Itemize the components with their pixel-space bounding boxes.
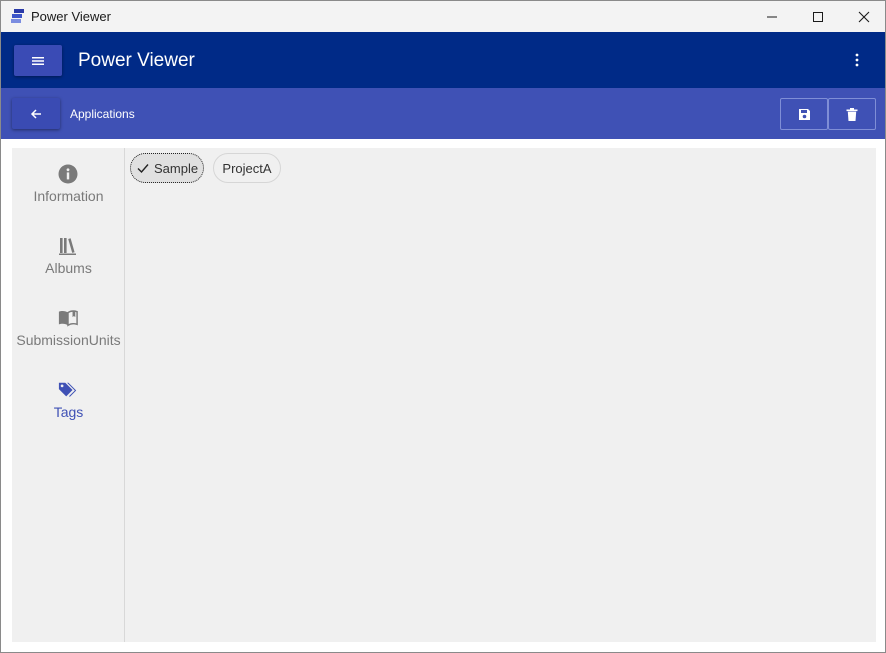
maximize-button[interactable] bbox=[795, 1, 841, 32]
nav-label-tags: Tags bbox=[53, 404, 84, 420]
content-area: Information Albums SubmissionUnits Tags … bbox=[12, 148, 876, 642]
back-button[interactable] bbox=[12, 98, 60, 129]
nav-item-tags[interactable]: Tags bbox=[12, 380, 125, 440]
tag-chip-label: ProjectA bbox=[222, 160, 272, 176]
tags-icon bbox=[58, 380, 78, 400]
menu-button[interactable] bbox=[14, 45, 62, 76]
maximize-icon bbox=[813, 11, 823, 22]
nav-item-submissionunits[interactable]: SubmissionUnits bbox=[12, 308, 125, 368]
tag-chip-label: Sample bbox=[154, 160, 199, 176]
close-button[interactable] bbox=[841, 1, 885, 32]
book-open-icon bbox=[58, 308, 78, 328]
window-title: Power Viewer bbox=[31, 9, 111, 24]
nav-item-information[interactable]: Information bbox=[12, 164, 125, 224]
tag-chip-projecta[interactable]: ProjectA bbox=[213, 153, 281, 183]
close-icon bbox=[858, 11, 870, 22]
tag-chip-sample[interactable]: Sample bbox=[130, 153, 204, 183]
save-button[interactable] bbox=[780, 98, 828, 130]
more-vertical-icon bbox=[855, 53, 859, 67]
minimize-icon bbox=[767, 16, 777, 17]
title-bar: Power Viewer bbox=[1, 1, 885, 32]
library-icon bbox=[58, 236, 78, 256]
hamburger-icon bbox=[32, 56, 44, 65]
check-icon bbox=[137, 164, 149, 174]
delete-button[interactable] bbox=[828, 98, 876, 130]
app-title: Power Viewer bbox=[78, 50, 195, 71]
side-nav: Information Albums SubmissionUnits Tags bbox=[12, 148, 125, 642]
minimize-button[interactable] bbox=[749, 1, 795, 32]
nav-label-submissionunits: SubmissionUnits bbox=[16, 332, 121, 348]
trash-icon bbox=[846, 107, 858, 121]
page-title: Applications bbox=[70, 107, 135, 121]
arrow-left-icon bbox=[30, 108, 41, 119]
app-window: Power Viewer Power Viewer Applications I… bbox=[0, 0, 886, 653]
page-header-bar: Applications bbox=[1, 88, 885, 139]
save-icon bbox=[798, 108, 810, 120]
app-logo-icon bbox=[11, 9, 24, 23]
nav-label-albums: Albums bbox=[45, 260, 92, 276]
info-icon bbox=[58, 164, 78, 184]
nav-item-albums[interactable]: Albums bbox=[12, 236, 125, 296]
more-options-button[interactable] bbox=[847, 48, 867, 72]
nav-label-information: Information bbox=[33, 188, 104, 204]
app-bar: Power Viewer bbox=[1, 32, 885, 88]
